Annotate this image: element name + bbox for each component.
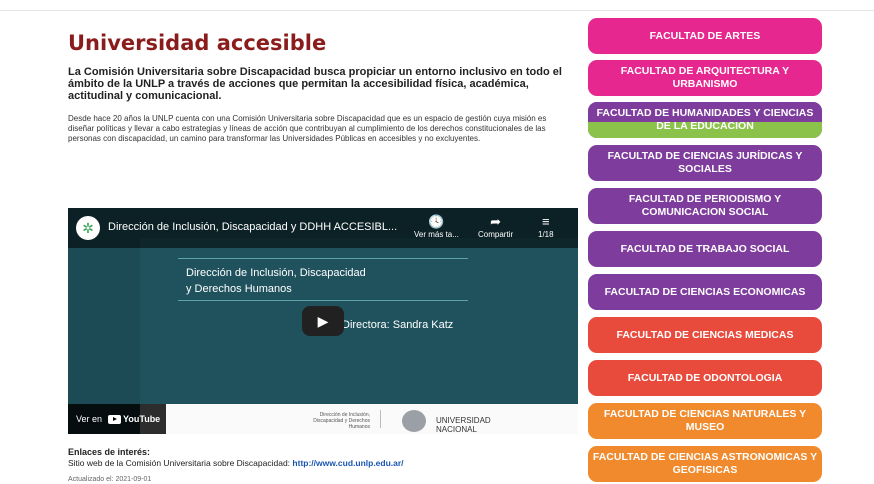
faculty-label: FACULTAD DE ODONTOLOGIA	[627, 371, 783, 384]
slide-footer: Dirección de Inclusión, Discapacidad y D…	[140, 404, 578, 434]
faculty-button-periodismo[interactable]: FACULTAD DE PERIODISMO Y COMUNICACION SO…	[588, 188, 822, 224]
faculty-button-trabajo-social[interactable]: FACULTAD DE TRABAJO SOCIAL	[588, 231, 822, 267]
share-arrow-icon: ➦	[490, 214, 502, 229]
playlist-button[interactable]: ≡ 1/18	[538, 214, 554, 239]
faculty-button-medicas[interactable]: FACULTAD DE CIENCIAS MEDICAS	[588, 317, 822, 353]
slide-title: Dirección de Inclusión, Discapacidad y D…	[186, 265, 366, 297]
faculty-label: FACULTAD DE CIENCIAS NATURALES Y MUSEO	[603, 408, 807, 433]
slide-footer-divider	[380, 410, 381, 428]
channel-avatar-icon[interactable]: ✲	[76, 216, 100, 240]
university-name-line: UNIVERSIDAD	[436, 416, 491, 425]
faculty-button-artes[interactable]: FACULTAD DE ARTES	[588, 18, 822, 54]
top-divider	[0, 10, 874, 11]
watch-on-label: Ver en	[76, 414, 103, 424]
faculty-label: FACULTAD DE TRABAJO SOCIAL	[620, 242, 790, 255]
university-name-line: NACIONAL	[436, 425, 477, 434]
lead-paragraph: La Comisión Universitaria sobre Discapac…	[68, 66, 562, 102]
slide-director: Directora: Sandra Katz	[342, 319, 454, 331]
faculty-button-odontologia[interactable]: FACULTAD DE ODONTOLOGIA	[588, 360, 822, 396]
youtube-label: YouTube	[123, 414, 161, 424]
university-name: UNIVERSIDAD NACIONAL	[436, 416, 491, 434]
clock-icon: 🕓	[428, 214, 445, 229]
watch-on-youtube-button[interactable]: Ver en YouTube	[68, 404, 166, 434]
university-seal-icon	[402, 410, 426, 432]
links-line: Sitio web de la Comisión Universitaria s…	[68, 458, 578, 469]
faculty-button-juridicas[interactable]: FACULTAD DE CIENCIAS JURÍDICAS Y SOCIALE…	[588, 145, 822, 181]
faculty-label: FACULTAD DE ARQUITECTURA Y URBANISMO	[620, 65, 790, 90]
faculty-label: FACULTAD DE PERIODISMO Y COMUNICACION SO…	[628, 193, 782, 218]
faculty-label: FACULTAD DE CIENCIAS MEDICAS	[616, 328, 794, 341]
faculty-button-economicas[interactable]: FACULTAD DE CIENCIAS ECONOMICAS	[588, 274, 822, 310]
share-button[interactable]: ➦ Compartir	[478, 214, 513, 239]
youtube-play-icon	[108, 414, 122, 424]
embedded-video[interactable]: Dirección de Inclusión, Discapacidad y D…	[68, 208, 578, 434]
faculty-button-astronomicas[interactable]: FACULTAD DE CIENCIAS ASTRONOMICAS Y GEOF…	[588, 446, 822, 482]
faculty-label: FACULTAD DE CIENCIAS ECONOMICAS	[604, 285, 806, 298]
share-label: Compartir	[478, 230, 514, 239]
youtube-logo: YouTube	[108, 414, 160, 424]
page-title: Universidad accesible	[68, 31, 327, 55]
faculty-button-naturales[interactable]: FACULTAD DE CIENCIAS NATURALES Y MUSEO	[588, 403, 822, 439]
faculty-label: FACULTAD DE CIENCIAS JURÍDICAS Y SOCIALE…	[607, 150, 803, 175]
play-button[interactable]: ▶	[302, 306, 344, 336]
video-title[interactable]: Dirección de Inclusión, Discapacidad y D…	[108, 221, 397, 233]
links-section: Enlaces de interés: Sitio web de la Comi…	[68, 447, 578, 469]
updated-date: Actualizado el: 2021-09-01	[68, 476, 152, 483]
slide-divider	[178, 258, 468, 259]
body-paragraph: Desde hace 20 años la UNLP cuenta con un…	[68, 114, 547, 143]
faculty-label: FACULTAD DE ARTES	[649, 29, 761, 42]
watch-later-button[interactable]: 🕓 Ver más ta...	[414, 214, 459, 239]
faculty-label: FACULTAD DE CIENCIAS ASTRONOMICAS Y GEOF…	[592, 451, 818, 476]
watch-later-label: Ver más ta...	[414, 230, 459, 239]
play-icon: ▶	[317, 312, 329, 329]
cud-link[interactable]: http://www.cud.unlp.edu.ar/	[292, 458, 403, 468]
video-header: ✲ Dirección de Inclusión, Discapacidad y…	[68, 208, 578, 248]
slide-footer-text: Dirección de Inclusión, Discapacidad y D…	[300, 412, 370, 430]
playlist-count: 1/18	[538, 230, 554, 239]
faculty-label: FACULTAD DE HUMANIDADES Y CIENCIAS DE LA…	[596, 107, 814, 132]
faculty-button-arquitectura[interactable]: FACULTAD DE ARQUITECTURA Y URBANISMO	[588, 60, 822, 96]
slide-title-line: Dirección de Inclusión, Discapacidad	[186, 267, 366, 279]
links-heading: Enlaces de interés:	[68, 447, 151, 457]
main-content: Universidad accesible La Comisión Univer…	[68, 30, 580, 144]
slide-title-line: y Derechos Humanos	[186, 283, 292, 295]
playlist-icon: ≡	[541, 214, 550, 229]
slide-footer-line: Discapacidad y Derechos Humanos	[313, 418, 370, 430]
slide-divider	[178, 300, 468, 301]
links-text: Sitio web de la Comisión Universitaria s…	[68, 458, 291, 468]
faculty-button-humanidades[interactable]: FACULTAD DE HUMANIDADES Y CIENCIAS DE LA…	[588, 102, 822, 138]
